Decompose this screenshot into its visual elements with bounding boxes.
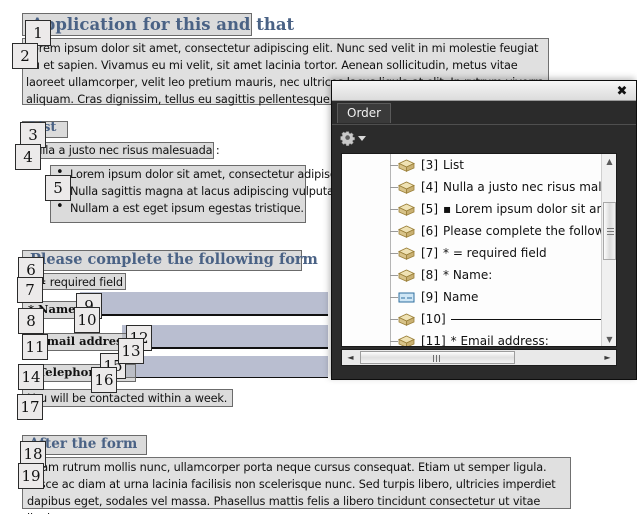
tree-row-label: Name: [443, 290, 479, 304]
box-icon: [398, 313, 421, 326]
tree-connector: [390, 165, 398, 166]
tree-row-label: List: [443, 158, 464, 172]
box-icon: [398, 247, 415, 260]
box-icon: [398, 181, 421, 194]
tag-marker[interactable]: 10: [74, 307, 100, 333]
box-icon: [398, 247, 421, 260]
name-input[interactable]: [80, 292, 328, 316]
tree-row[interactable]: [7] * = required field: [342, 242, 616, 264]
tree-connector: [390, 187, 398, 188]
tree-row[interactable]: [9] Name: [342, 286, 616, 308]
vertical-scrollbar-thumb[interactable]: [603, 202, 616, 260]
tag-marker[interactable]: 5: [45, 175, 71, 201]
email-input[interactable]: [122, 325, 328, 349]
horizontal-scrollbar-thumb[interactable]: [360, 351, 515, 364]
tree-row[interactable]: [5] ▪ Lorem ipsum dolor sit amet, co: [342, 198, 616, 220]
scrollbar-grip-icon: [607, 228, 614, 235]
tree-connector: [390, 275, 398, 276]
box-icon: [398, 335, 421, 346]
box-icon: [398, 181, 415, 194]
close-icon[interactable]: ✖: [614, 83, 630, 99]
scroll-down-icon[interactable]: ▼: [602, 332, 616, 346]
tree-row-index: [5]: [421, 202, 438, 216]
list-item: Nulla sagittis magna at lacus adipiscing…: [70, 185, 359, 198]
tag-marker[interactable]: 2: [12, 43, 38, 69]
box-icon: [398, 313, 415, 326]
box-icon: [398, 159, 421, 172]
order-dialog-window: ✖ Order [3] List [4] Nulla a justo nec risu…: [331, 80, 637, 380]
tree-connector: [390, 297, 398, 298]
tag-marker[interactable]: 4: [15, 144, 41, 170]
tree-row-index: [7]: [421, 246, 438, 260]
tree-row-index: [6]: [421, 224, 438, 238]
tree-row-index: [3]: [421, 158, 438, 172]
tree-row[interactable]: [6] Please complete the following fo: [342, 220, 616, 242]
tree-row-index: [4]: [421, 180, 438, 194]
tree-row-rule: [450, 318, 616, 320]
box-icon: [398, 269, 421, 282]
tree-row[interactable]: [10]: [342, 308, 616, 330]
tree-row-index: [9]: [421, 290, 438, 304]
tag-marker[interactable]: 17: [17, 394, 43, 420]
list-item: Nullam a est eget ipsum egestas tristiqu…: [70, 202, 304, 215]
tag-marker[interactable]: 19: [18, 463, 44, 489]
form-title: Please complete the following form: [30, 251, 318, 268]
tree-spine: [390, 330, 391, 346]
tag-marker[interactable]: 11: [22, 334, 48, 360]
dialog-title-bar[interactable]: ✖: [332, 81, 636, 101]
box-icon: [398, 159, 415, 172]
tag-marker[interactable]: 8: [18, 308, 44, 334]
tree-connector: [390, 209, 398, 210]
order-tree-list[interactable]: [3] List [4] Nulla a justo nec risus malesu…: [341, 153, 617, 347]
field-icon: [398, 291, 421, 304]
tree-row[interactable]: [8] * Name:: [342, 264, 616, 286]
scroll-left-icon[interactable]: ◄: [343, 350, 358, 365]
tree-row-index: [10]: [421, 312, 446, 326]
tree-connector: [390, 319, 398, 320]
gear-glyph: [340, 131, 355, 146]
tree-connector: [390, 253, 398, 254]
tree-row[interactable]: [3] List: [342, 154, 616, 176]
horizontal-scrollbar[interactable]: ◄ ►: [341, 349, 617, 366]
tree-row-label: * Email address:: [450, 334, 549, 347]
gear-icon[interactable]: [340, 128, 370, 148]
tree-row-index: [8]: [421, 268, 438, 282]
tag-marker[interactable]: 13: [118, 338, 144, 364]
tree-row[interactable]: [4] Nulla a justo nec risus malesuada: [342, 176, 616, 198]
list-item: Lorem ipsum dolor sit amet, consectetur …: [70, 168, 353, 181]
box-icon: [398, 203, 421, 216]
tree-row-index: [11]: [421, 334, 446, 347]
tag-marker[interactable]: 7: [17, 277, 43, 303]
tree-rows-container: [3] List [4] Nulla a justo nec risus malesu…: [342, 154, 616, 347]
tree-row-label: * Name:: [443, 268, 493, 282]
paragraph-2: Etiam rutrum mollis nunc, ullamcorper po…: [27, 461, 556, 514]
tree-row-label: * = required field: [443, 246, 547, 260]
page-title: Application for this and that: [31, 15, 295, 34]
box-icon: [398, 225, 421, 238]
tree-connector: [390, 341, 398, 342]
list-intro-text: Nulla a justo nec risus malesuada :: [27, 144, 220, 157]
tree-row[interactable]: [11] * Email address:: [342, 330, 616, 347]
form-footer-note: You will be contacted within a week.: [28, 392, 228, 405]
tree-row-label: ▪ Lorem ipsum dolor sit amet, co: [443, 202, 616, 216]
box-icon: [398, 269, 415, 282]
box-icon: [398, 225, 415, 238]
vertical-scrollbar[interactable]: ▲ ▼: [601, 154, 616, 346]
field-icon: [398, 292, 415, 302]
tree-connector: [390, 231, 398, 232]
chevron-down-icon[interactable]: [358, 135, 366, 141]
dialog-toolbar: [332, 125, 636, 151]
tag-marker[interactable]: 14: [18, 364, 44, 390]
tree-row-label: Please complete the following fo: [443, 224, 616, 238]
scroll-right-icon[interactable]: ►: [600, 350, 615, 365]
scroll-up-icon[interactable]: ▲: [602, 154, 616, 168]
tab-order[interactable]: Order: [337, 103, 392, 123]
tag-marker[interactable]: 16: [91, 367, 117, 393]
scrollbar-grip-icon: [433, 355, 442, 362]
dialog-tab-strip: Order: [332, 101, 636, 125]
box-icon: [398, 335, 415, 346]
screenshot-root: Application for this and that Lorem ipsu…: [0, 0, 637, 514]
tree-row-label: Nulla a justo nec risus malesuada: [443, 180, 616, 194]
box-icon: [398, 203, 415, 216]
